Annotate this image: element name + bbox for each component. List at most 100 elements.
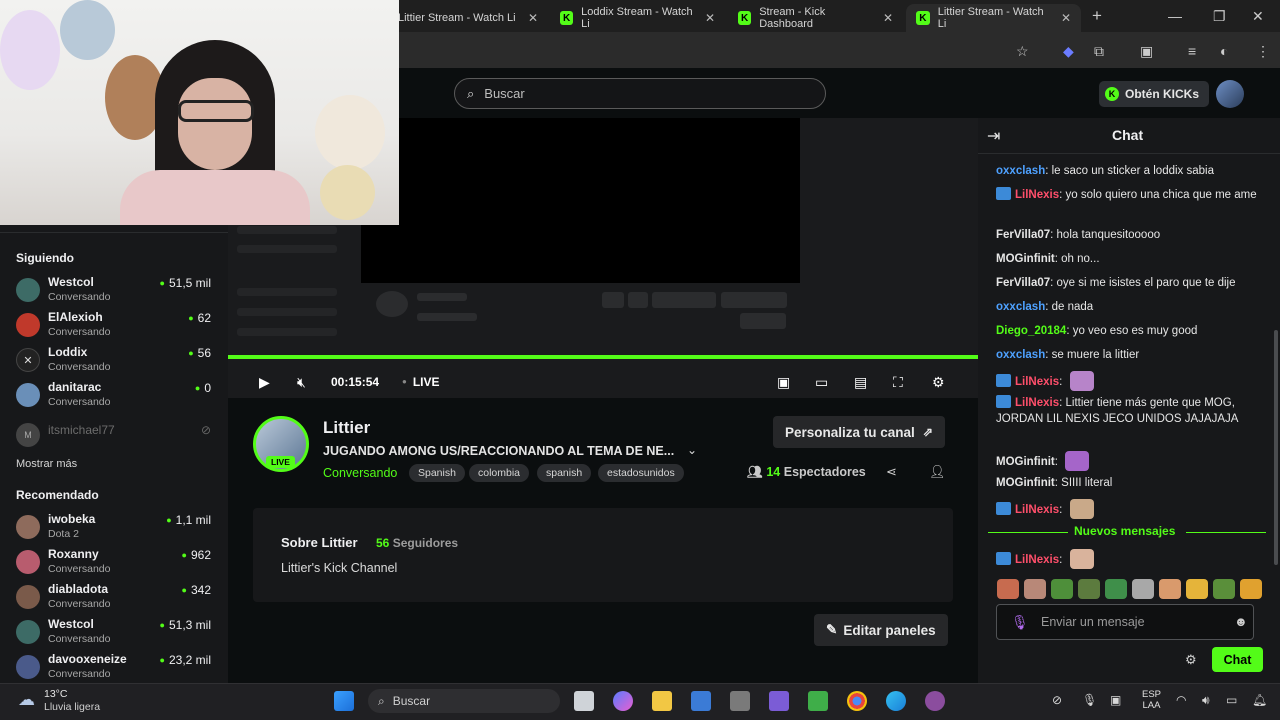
stream-category[interactable]: Conversando [323, 466, 397, 480]
chat-settings-icon[interactable]: ⚙ [1185, 652, 1197, 668]
chrome-icon[interactable] [847, 691, 867, 711]
chevron-down-icon[interactable]: ⌄ [687, 443, 697, 457]
browser-tab[interactable]: K Stream - Kick Dashboard ✕ [728, 4, 903, 32]
network-off-icon[interactable]: ⊘ [1052, 693, 1062, 707]
minimize-icon[interactable]: — [1168, 8, 1182, 24]
progress-bar[interactable] [228, 355, 978, 359]
task-view-icon[interactable] [574, 691, 594, 711]
extension-icon[interactable]: ◆ [1063, 43, 1074, 60]
emote-icon[interactable] [1159, 579, 1181, 599]
tag-chip[interactable]: Spanish [409, 464, 465, 482]
app-icon[interactable] [769, 691, 789, 711]
volume-icon[interactable]: 🔊︎ [1202, 693, 1210, 708]
wifi-icon[interactable]: ◠ [1176, 693, 1186, 707]
chat-username[interactable]: LilNexis [1015, 397, 1059, 409]
play-icon[interactable]: ▶ [259, 374, 270, 391]
mute-icon[interactable]: 🔇︎ [297, 374, 306, 391]
chat-username[interactable]: LilNexis [1015, 189, 1059, 201]
close-tab-icon[interactable]: ✕ [875, 11, 893, 25]
collapse-chat-icon[interactable]: ⇥ [987, 126, 1000, 146]
emote-icon[interactable] [1186, 579, 1208, 599]
file-explorer-icon[interactable] [652, 691, 672, 711]
share-icon[interactable]: ⋖ [886, 464, 897, 480]
sidebar-item-iwobeka[interactable]: iwobeka Dota 2 1,1 mil [16, 512, 216, 544]
sidebar-item-westcol[interactable]: Westcol Conversando 51,5 mil [16, 275, 216, 307]
chat-username[interactable]: MOGinfinit [996, 253, 1055, 265]
cast-icon[interactable]: ▣ [1140, 43, 1153, 60]
pip-icon[interactable]: ▣ [777, 374, 790, 391]
close-tab-icon[interactable]: ✕ [697, 11, 715, 25]
chat-username[interactable]: LilNexis [1015, 554, 1059, 566]
tag-chip[interactable]: spanish [537, 464, 592, 482]
emote-icon[interactable] [1078, 579, 1100, 599]
sidebar-item-elalexioh[interactable]: ElAlexioh Conversando 62 [16, 310, 216, 342]
emote-icon[interactable] [1024, 579, 1046, 599]
menu-dots-icon[interactable]: ⋮ [1256, 43, 1270, 60]
chat-username[interactable]: oxxclash [996, 165, 1045, 177]
browser-tab-active[interactable]: K Littier Stream - Watch Li ✕ [906, 4, 1081, 32]
close-window-icon[interactable]: ✕ [1252, 8, 1264, 25]
notification-bell-icon[interactable]: 🔔︎ [1252, 693, 1267, 707]
customize-channel-button[interactable]: Personaliza tu canal ⇗ [773, 416, 945, 448]
language-indicator[interactable]: ESP LAA [1142, 689, 1161, 711]
channel-name-title[interactable]: Littier [323, 418, 370, 438]
sidebar-item-westcol-rec[interactable]: Westcol Conversando 51,3 mil [16, 617, 216, 649]
sidebar-item-diabladota[interactable]: diabladota Conversando 342 [16, 582, 216, 614]
chat-scrollbar[interactable] [1274, 330, 1278, 565]
windows-start-icon[interactable] [334, 691, 354, 711]
sidebar-item-roxanny[interactable]: Roxanny Conversando 962 [16, 547, 216, 579]
emote-icon[interactable] [1240, 579, 1262, 599]
tag-chip[interactable]: estadosunidos [598, 464, 684, 482]
search-input[interactable]: ⌕ Buscar [454, 78, 826, 109]
sidebar-item-loddix[interactable]: ✕ Loddix Conversando 56 [16, 345, 216, 377]
microphone-icon[interactable]: 🎙︎ [1011, 614, 1029, 631]
emote-icon[interactable] [997, 579, 1019, 599]
settings-icon[interactable]: ⚙ [932, 374, 945, 391]
close-tab-icon[interactable]: ✕ [1053, 11, 1071, 25]
show-more-link[interactable]: Mostrar más [16, 458, 77, 470]
emote-icon[interactable] [1132, 579, 1154, 599]
emote-icon[interactable] [1213, 579, 1235, 599]
follow-user-icon[interactable]: 👤︎ [929, 464, 946, 480]
app-icon[interactable] [925, 691, 945, 711]
get-kicks-button[interactable]: K Obtén KICKs [1099, 81, 1210, 107]
xbox-icon[interactable] [808, 691, 828, 711]
restore-icon[interactable]: ❐ [1213, 8, 1226, 25]
browser-tab[interactable]: K Loddix Stream - Watch Li ✕ [550, 4, 725, 32]
browser-tab[interactable]: Littier Stream - Watch Li ✕ [388, 4, 548, 32]
live-indicator[interactable]: LIVE [402, 375, 440, 389]
new-messages-divider[interactable]: Nuevos mensajes [988, 524, 1266, 540]
emote-icon[interactable] [1105, 579, 1127, 599]
emoji-icon[interactable]: ☻ [1234, 614, 1248, 629]
send-chat-button[interactable]: Chat [1212, 647, 1263, 672]
sidebar-item-danitarac[interactable]: danitarac Conversando 0 [16, 380, 216, 412]
tag-chip[interactable]: colombia [469, 464, 530, 482]
profile-icon[interactable]: ◐ [1220, 43, 1228, 59]
close-tab-icon[interactable]: ✕ [520, 11, 538, 25]
chat-username[interactable]: MOGinfinit [996, 477, 1055, 489]
taskbar-search[interactable]: ⌕ Buscar [368, 689, 560, 713]
chat-username[interactable]: MOGinfinit [996, 456, 1055, 468]
edge-icon[interactable] [886, 691, 906, 711]
chat-username[interactable]: oxxclash [996, 349, 1045, 361]
edit-panels-button[interactable]: ✎ Editar paneles [814, 614, 948, 646]
chat-input[interactable]: Enviar un mensaje [996, 604, 1254, 640]
user-avatar[interactable] [1216, 80, 1244, 108]
new-tab-button[interactable]: + [1092, 6, 1102, 26]
fullscreen-icon[interactable]: ⛶ [893, 374, 903, 391]
extensions-puzzle-icon[interactable]: ⧉ [1094, 43, 1104, 60]
chat-username[interactable]: FerVilla07 [996, 229, 1050, 241]
copilot-icon[interactable] [613, 691, 633, 711]
app-icon[interactable] [730, 691, 750, 711]
weather-icon[interactable]: ☁ [18, 690, 35, 710]
battery-icon[interactable]: ▭ [1226, 693, 1237, 707]
chat-username[interactable]: FerVilla07 [996, 277, 1050, 289]
emote-icon[interactable] [1051, 579, 1073, 599]
tray-app-icon[interactable]: ▣ [1110, 693, 1121, 707]
reading-list-icon[interactable]: ≡ [1188, 43, 1196, 59]
microphone-icon[interactable]: 🎙︎ [1082, 693, 1097, 707]
bookmark-star-icon[interactable]: ☆ [1016, 43, 1029, 60]
sidebar-item-itsmichael77[interactable]: M itsmichael77 ⊘ [16, 423, 216, 455]
sidebar-item-davooxeneize[interactable]: davooxeneize Conversando 23,2 mil [16, 652, 216, 682]
store-icon[interactable] [691, 691, 711, 711]
